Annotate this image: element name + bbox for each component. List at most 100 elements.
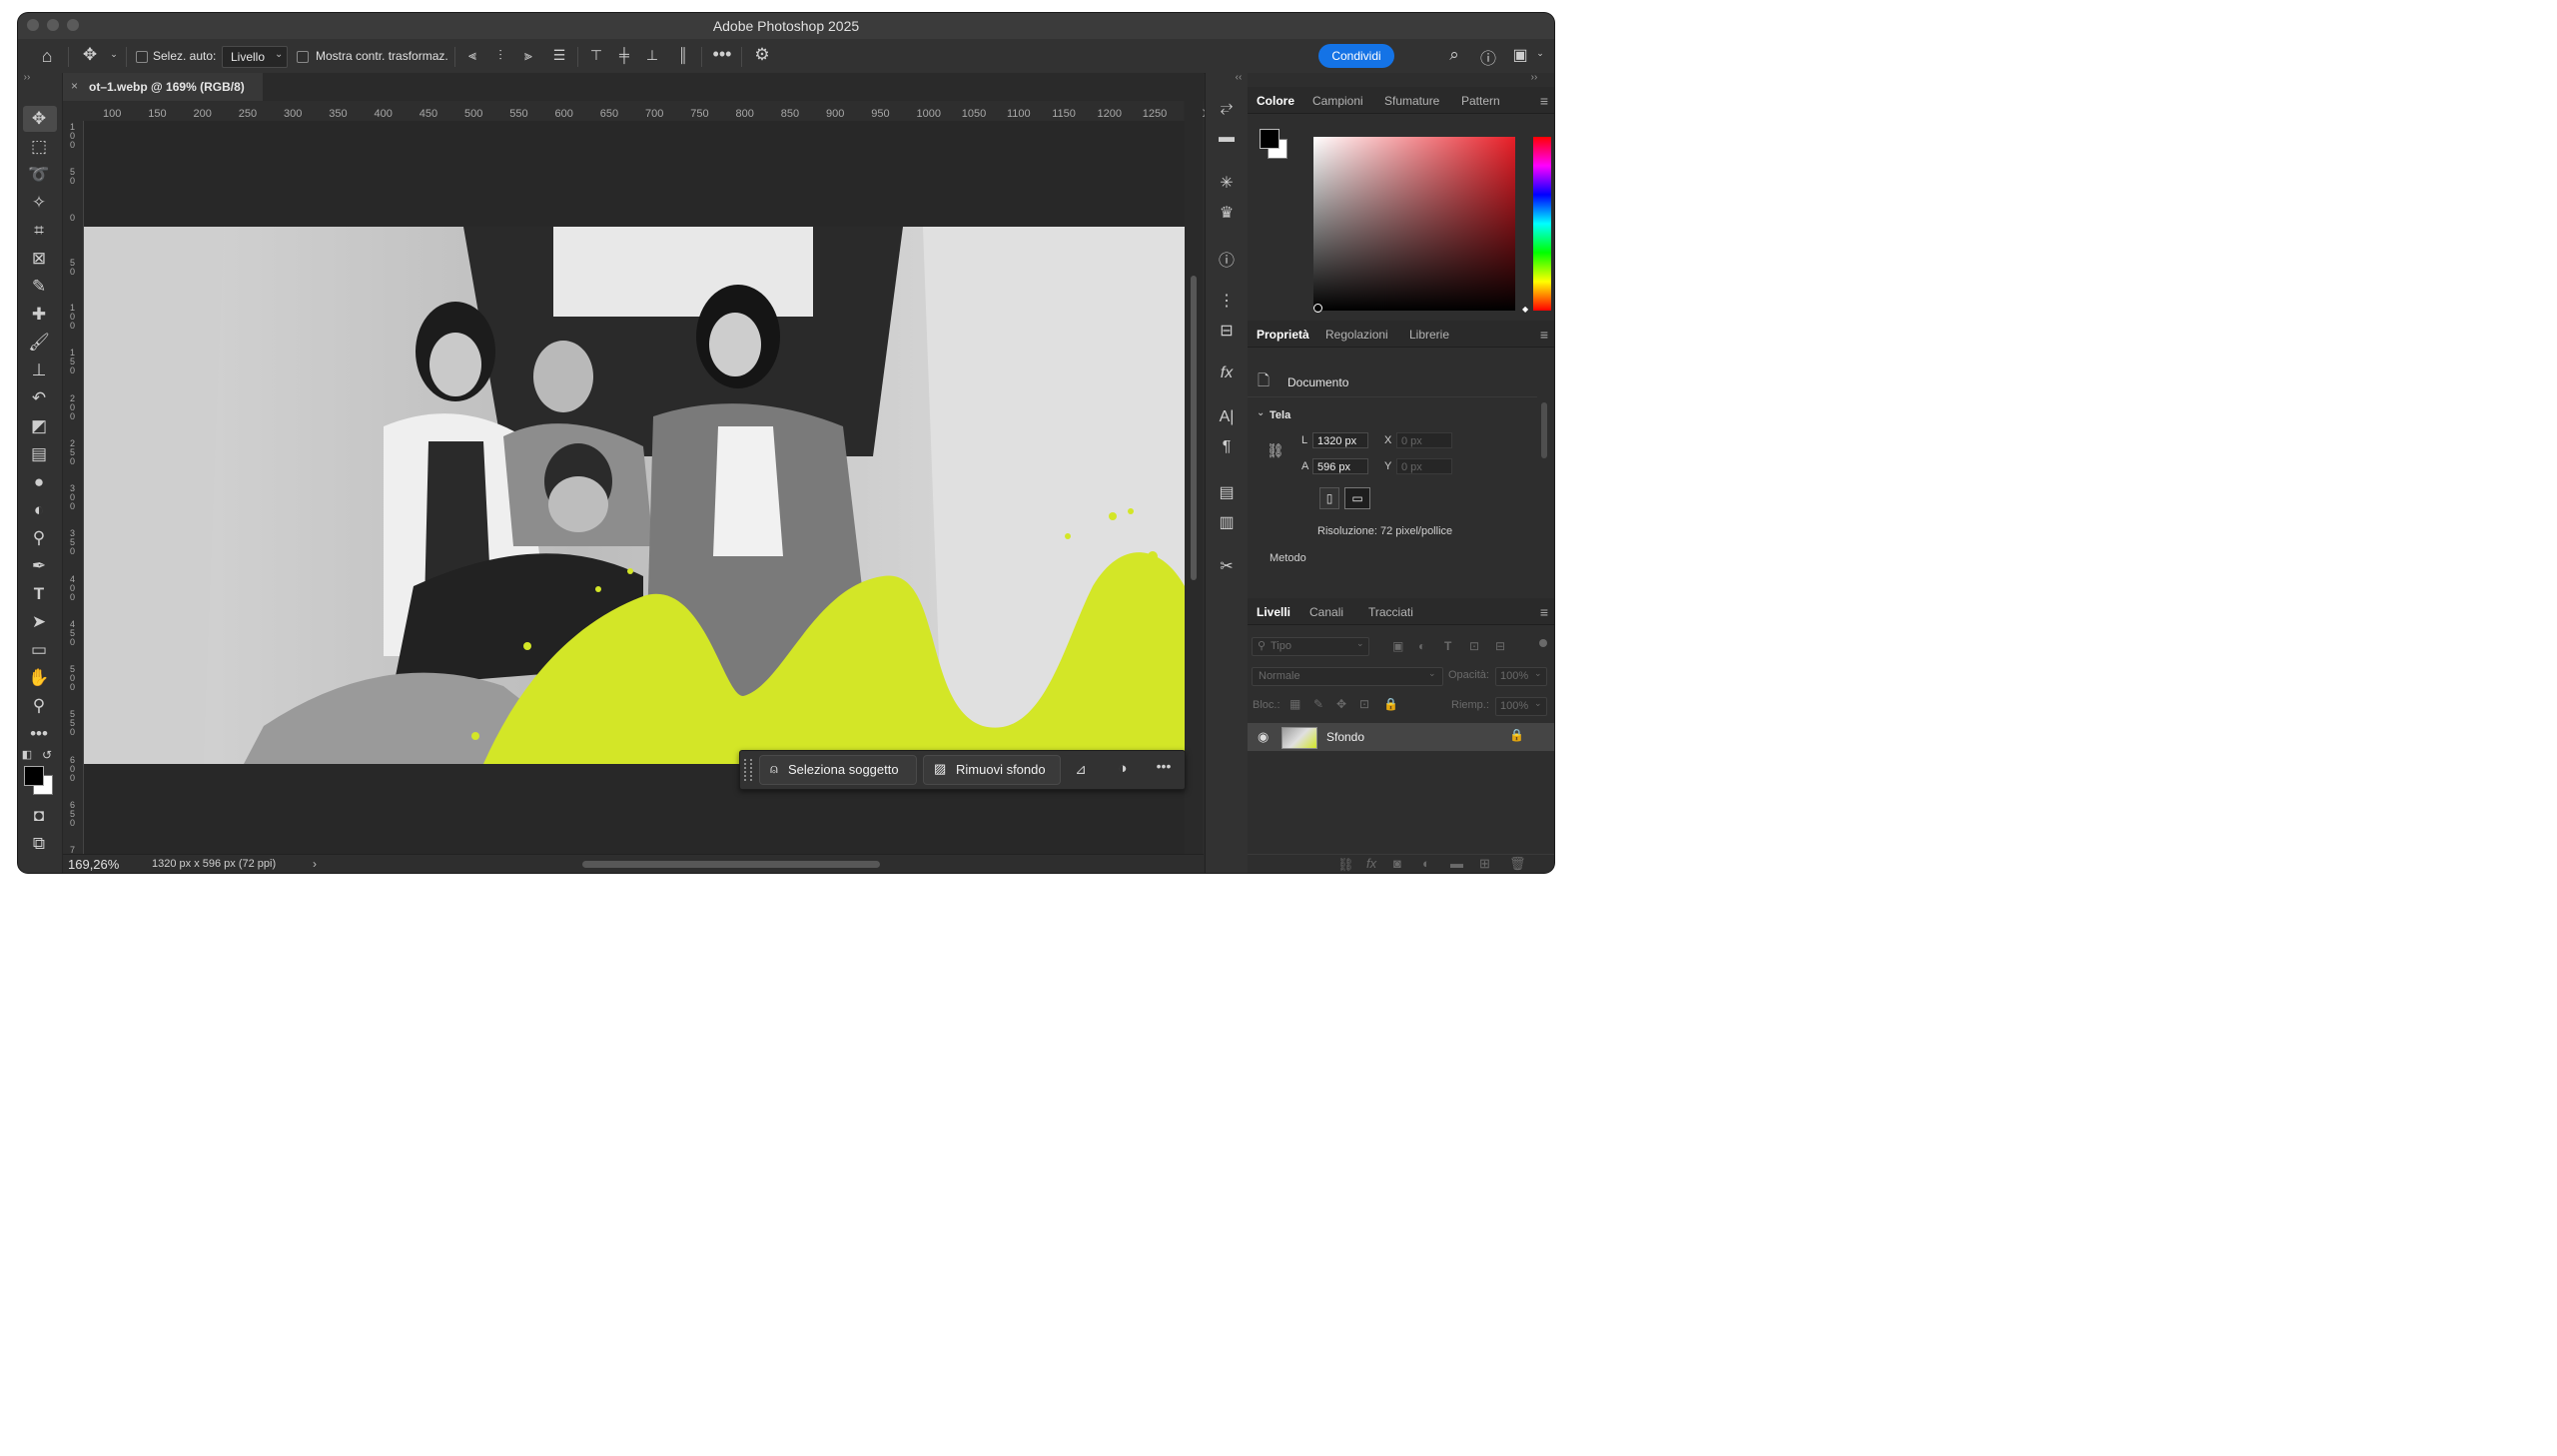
adjustments-panel-icon[interactable]: ⊟ [1214,321,1240,341]
type-filter-icon[interactable]: T [1444,639,1451,653]
layer-style-icon[interactable]: fx [1366,856,1376,871]
eyedropper-tool-icon[interactable]: ✎ [26,277,52,297]
healing-brush-tool-icon[interactable]: ✚ [26,305,52,325]
comments-panel-icon[interactable]: ▬ [1214,129,1240,147]
width-field[interactable]: 1320 px [1312,432,1368,448]
select-subject-button[interactable]: ⍝ Seleziona soggetto [759,755,917,785]
pen-tool-icon[interactable]: ✒ [26,556,52,576]
tab-regolazioni[interactable]: Regolazioni [1325,328,1388,342]
gradient-tool-icon[interactable]: ▤ [26,444,52,464]
pixel-filter-icon[interactable]: ▣ [1392,639,1403,653]
lock-transparent-icon[interactable]: ▦ [1289,697,1300,711]
close-tab-icon[interactable]: × [71,79,78,93]
lock-position-icon[interactable]: ✥ [1336,697,1346,711]
lasso-tool-icon[interactable]: ➰ [26,165,52,185]
zoom-level[interactable]: 169,26% [68,857,119,872]
auto-select-dropdown[interactable]: Livello ⌄ [222,46,288,68]
screen-mode-icon[interactable]: ⧉ [26,834,52,854]
properties-scroll-thumb[interactable] [1541,402,1547,458]
color-field[interactable] [1313,137,1515,311]
tab-colore[interactable]: Colore [1257,94,1294,108]
layer-name[interactable]: Sfondo [1326,730,1364,744]
new-group-icon[interactable]: ▬ [1450,856,1463,871]
distribute-vertical-icon[interactable]: ║ [674,47,692,63]
drag-handle-icon[interactable] [744,759,752,781]
vertical-scrollbar[interactable] [1185,101,1203,854]
foreground-color-chip[interactable] [1260,129,1279,149]
new-adjustment-layer-icon[interactable]: ◐ [1422,856,1430,871]
panel-menu-icon[interactable]: ≡ [1540,604,1548,620]
settings-gear-icon[interactable]: ⚙ [752,45,772,65]
horizontal-scroll-thumb[interactable] [582,861,880,868]
tab-proprieta[interactable]: Proprietà [1257,328,1309,342]
align-left-icon[interactable]: ⫷ [463,47,481,64]
history-brush-tool-icon[interactable]: ↶ [26,388,52,408]
new-layer-icon[interactable]: ⊞ [1479,856,1490,872]
tab-livelli[interactable]: Livelli [1257,605,1290,619]
color-picker-marker[interactable] [1313,304,1322,313]
delete-layer-icon[interactable]: 🗑 [1509,856,1526,872]
frame-tool-icon[interactable]: ⊠ [26,249,52,269]
more-options-icon[interactable]: ••• [1153,758,1175,774]
hue-slider[interactable] [1533,137,1551,311]
add-mask-icon[interactable]: ◙ [1393,856,1401,871]
quick-mask-icon[interactable]: ◘ [26,806,52,826]
help-icon[interactable]: ⓘ [1478,45,1498,69]
default-colors-icon[interactable]: ◧ [20,748,34,761]
tab-librerie[interactable]: Librerie [1409,328,1449,342]
swap-colors-icon[interactable]: ↺ [40,748,54,762]
landscape-orientation-icon[interactable]: ▭ [1344,487,1370,509]
lock-image-icon[interactable]: ✎ [1313,697,1323,711]
align-hcenter-icon[interactable]: ⫶ [491,47,509,64]
tab-sfumature[interactable]: Sfumature [1384,94,1439,108]
remove-background-button[interactable]: ▨ Rimuovi sfondo [923,755,1061,785]
align-right-icon[interactable]: ⫸ [519,47,537,64]
link-layers-icon[interactable]: ⛓ [1337,857,1354,873]
blend-mode-dropdown[interactable]: Normale ⌄ [1252,667,1443,686]
magic-wand-tool-icon[interactable]: ✧ [26,193,52,213]
character-panel-icon[interactable]: A| [1214,408,1240,426]
move-tool-icon[interactable]: ✥ [26,109,52,129]
adjustment-icon[interactable]: ◑ [1114,760,1132,777]
blur-tool-icon[interactable]: ● [26,472,52,492]
more-tools-icon[interactable]: ••• [26,724,52,744]
document-tab[interactable]: × ot–1.webp @ 169% (RGB/8) [63,73,263,101]
section-chevron-icon[interactable]: ⌄ [1257,407,1265,418]
panel-menu-icon[interactable]: ≡ [1540,327,1548,343]
brush-settings-panel-icon[interactable]: ✳ [1214,173,1240,193]
x-field[interactable]: 0 px [1396,432,1452,448]
y-field[interactable]: 0 px [1396,458,1452,474]
distribute-horizontal-icon[interactable]: ☰ [550,47,568,64]
styles-panel-icon[interactable]: fx [1214,364,1240,382]
more-options-icon[interactable]: ••• [711,44,733,65]
layer-lock-icon[interactable]: 🔒 [1509,728,1524,742]
paragraph-panel-icon[interactable]: ¶ [1214,438,1240,456]
history-panel-icon[interactable]: ⥂ [1214,99,1240,117]
tool-presets-panel-icon[interactable]: ⋮ [1214,291,1240,311]
lock-artboard-icon[interactable]: ⊡ [1359,697,1369,711]
foreground-color-swatch[interactable] [24,766,44,786]
crop-tool-icon[interactable]: ⌗ [26,221,52,241]
clone-stamp-tool-icon[interactable]: ⊥ [26,361,52,380]
search-icon[interactable]: ⌕ [1444,45,1464,65]
collapse-strip-icon[interactable]: ‹‹ [1232,72,1246,83]
workspace-icon[interactable]: ▣ [1510,45,1530,65]
visibility-eye-icon[interactable]: ◉ [1258,729,1269,745]
zoom-tool-icon[interactable]: ⚲ [26,696,52,716]
tab-campioni[interactable]: Campioni [1312,94,1363,108]
rectangle-tool-icon[interactable]: ▭ [26,640,52,660]
tab-tracciati[interactable]: Tracciati [1368,605,1413,619]
lock-all-icon[interactable]: 🔒 [1383,697,1398,711]
transform-controls-checkbox[interactable] [297,51,309,63]
opacity-field[interactable]: 100% ⌄ [1495,667,1547,686]
path-selection-tool-icon[interactable]: ➤ [26,612,52,632]
fill-field[interactable]: 100% ⌄ [1495,697,1547,716]
auto-select-checkbox[interactable] [136,51,148,63]
tool-preset-chevron-icon[interactable]: ⌄ [108,49,120,60]
brush-tool-icon[interactable]: 🖌 [26,333,52,353]
canvas-section-title[interactable]: Tela [1270,409,1290,421]
tab-pattern[interactable]: Pattern [1461,94,1500,108]
home-icon[interactable]: ⌂ [36,46,58,67]
smart-object-filter-icon[interactable]: ⊟ [1495,639,1505,653]
info-panel-icon[interactable]: ⓘ [1214,247,1240,271]
